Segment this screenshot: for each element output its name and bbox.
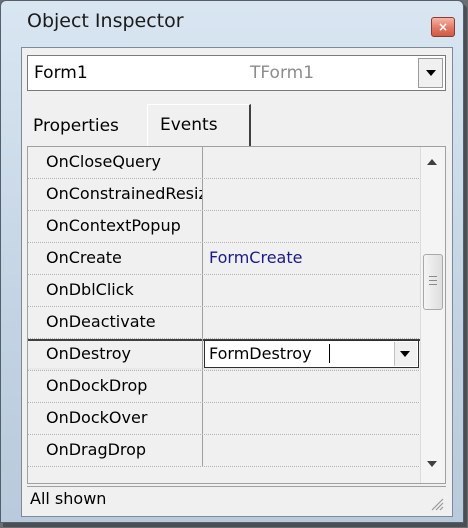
vertical-scrollbar[interactable]	[420, 147, 445, 483]
inspector-tabs: Properties Events	[27, 98, 446, 146]
status-text: All shown	[30, 489, 107, 508]
column-divider	[202, 275, 203, 306]
event-row-ondragdrop[interactable]: OnDragDrop	[28, 435, 421, 467]
column-divider	[202, 435, 203, 466]
event-name: OnDestroy	[46, 344, 131, 363]
tab-events-label: Events	[160, 115, 218, 135]
inspector-client-area: Form1 TForm1 Properties Events OnCloseQu…	[21, 47, 453, 517]
event-name: OnDblClick	[46, 280, 134, 299]
event-row-oncontextpopup[interactable]: OnContextPopup	[28, 211, 421, 243]
grip-line	[429, 284, 437, 285]
event-name: OnDockDrop	[46, 376, 148, 395]
event-handler[interactable]: FormCreate	[209, 248, 302, 267]
column-divider	[202, 147, 203, 178]
event-handler-dropdown-button[interactable]	[394, 342, 417, 366]
event-row-ondestroy[interactable]: OnDestroy FormDestroy	[28, 339, 421, 371]
column-divider	[202, 403, 203, 434]
event-row-ondeactivate[interactable]: OnDeactivate	[28, 307, 421, 339]
event-name: OnDockOver	[46, 408, 148, 427]
events-list: OnCloseQuery OnConstrainedResize OnConte…	[28, 147, 421, 467]
tab-events[interactable]: Events	[147, 104, 251, 146]
resize-grip-icon[interactable]	[430, 497, 444, 511]
close-button[interactable]: ×	[431, 17, 455, 37]
object-type: TForm1	[250, 63, 315, 83]
object-selector-dropdown-button[interactable]	[418, 58, 443, 88]
tab-properties[interactable]: Properties	[33, 116, 119, 136]
event-row-oncreate[interactable]: OnCreate FormCreate	[28, 243, 421, 275]
event-row-onclosequery[interactable]: OnCloseQuery	[28, 147, 421, 179]
event-name: OnDragDrop	[46, 440, 147, 459]
scroll-down-arrow-icon[interactable]	[427, 461, 437, 467]
event-row-ondockover[interactable]: OnDockOver	[28, 403, 421, 435]
window-title: Object Inspector	[27, 10, 184, 32]
grip-line	[429, 280, 437, 281]
event-row-ondockdrop[interactable]: OnDockDrop	[28, 371, 421, 403]
column-divider	[202, 339, 203, 370]
chevron-down-icon	[426, 70, 436, 76]
scroll-up-arrow-icon[interactable]	[427, 159, 437, 165]
event-handler-editor[interactable]: FormDestroy	[204, 340, 419, 368]
scrollbar-thumb[interactable]	[423, 254, 443, 310]
event-row-ondblclick[interactable]: OnDblClick	[28, 275, 421, 307]
column-divider	[202, 371, 203, 402]
grip-line	[429, 276, 437, 277]
text-caret	[329, 344, 330, 363]
object-inspector-window: Object Inspector × Form1 TForm1 Properti…	[0, 0, 464, 523]
status-bar: All shown	[27, 486, 446, 513]
event-name: OnConstrainedResize	[46, 184, 202, 203]
close-icon: ×	[437, 20, 449, 34]
chevron-down-icon	[400, 351, 410, 357]
event-handler-input[interactable]: FormDestroy	[209, 344, 312, 363]
title-bar[interactable]: Object Inspector ×	[1, 1, 463, 41]
column-divider	[202, 307, 203, 338]
column-divider	[202, 243, 203, 274]
object-selector-combo[interactable]: Form1 TForm1	[27, 55, 446, 91]
column-divider	[202, 179, 203, 210]
event-name: OnDeactivate	[46, 312, 156, 331]
column-divider	[202, 211, 203, 242]
object-name: Form1	[34, 63, 88, 83]
event-name: OnCreate	[46, 248, 122, 267]
event-row-onconstrainedresize[interactable]: OnConstrainedResize	[28, 179, 421, 211]
event-name: OnContextPopup	[46, 216, 181, 235]
events-grid: OnCloseQuery OnConstrainedResize OnConte…	[27, 146, 446, 484]
event-name: OnCloseQuery	[46, 152, 161, 171]
